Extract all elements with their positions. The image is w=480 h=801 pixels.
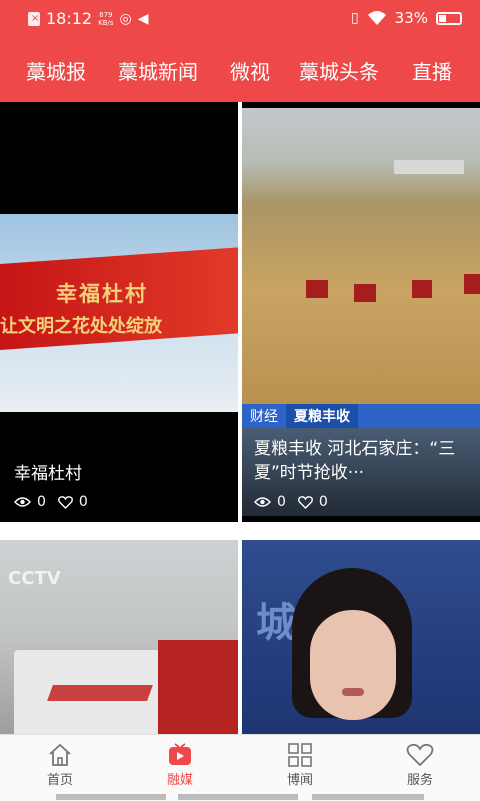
weibo-icon: ◎ [119, 10, 132, 27]
channel-tabs: 藁城报 藁城新闻 微视 藁城头条 直播 [0, 38, 480, 102]
nav-media[interactable]: 融媒 [140, 743, 220, 788]
video-thumbnail [242, 108, 480, 408]
nav-home[interactable]: 首页 [20, 743, 100, 788]
harvester [354, 284, 376, 302]
eye-icon [14, 497, 31, 507]
topic-tag: 夏粮丰收 [286, 404, 358, 428]
news-ticker: 财经 夏粮丰收 [242, 404, 480, 428]
channel-tag: 财经 [250, 409, 278, 425]
video-card[interactable]: 城 公安 [242, 540, 480, 734]
bottom-navigation: 首页 融媒 博闻 服务 [0, 734, 480, 801]
nav-divider [56, 794, 166, 800]
presenter-mouth [342, 688, 364, 696]
video-stats: 0 0 [14, 494, 88, 510]
view-count: 0 [277, 494, 286, 510]
notification-icon: × [28, 11, 40, 26]
network-speed: 879 KB/s [98, 10, 114, 27]
tab-gaocheng-news[interactable]: 藁城新闻 [118, 56, 198, 85]
media-play-icon [169, 743, 191, 765]
harvester [412, 280, 432, 298]
harvester [464, 274, 480, 294]
nav-label: 首页 [46, 773, 73, 788]
vibrate-icon: ▯ [350, 10, 359, 26]
battery-icon [436, 11, 462, 25]
nav-boweng[interactable]: 博闻 [260, 743, 340, 788]
view-count: 0 [37, 494, 46, 510]
video-thumbnail: 幸福杜村 让文明之花处处绽放 [0, 214, 238, 412]
grid-icon [288, 743, 312, 767]
status-time: 18:12 [46, 9, 93, 28]
battery-percent: 33% [394, 9, 428, 27]
video-title: 幸福杜村 [14, 464, 82, 484]
nav-label: 融媒 [166, 773, 193, 788]
nav-divider [178, 794, 298, 800]
tab-gaocheng-bao[interactable]: 藁城报 [26, 56, 86, 85]
tab-live[interactable]: 直播 [412, 56, 452, 85]
banner-line1: 幸福杜村 [56, 281, 148, 306]
heart-icon [406, 743, 434, 767]
nav-label: 博闻 [286, 773, 313, 788]
heart-icon [57, 495, 73, 509]
nav-label: 服务 [406, 773, 433, 788]
heart-icon [297, 495, 313, 509]
video-card[interactable]: CCTV [0, 540, 238, 734]
video-grid: 幸福杜村 让文明之花处处绽放 幸福杜村 0 0 财经 夏粮丰收 夏粮丰收 河北石… [0, 102, 480, 734]
nav-divider [312, 794, 424, 800]
nav-service[interactable]: 服务 [380, 743, 460, 788]
harvester-cab [158, 640, 238, 734]
mute-icon: ◀ [137, 10, 149, 27]
presenter-face [310, 610, 396, 720]
status-bar: × 18:12 879 KB/s ◎ ◀ ▯ 33% [0, 0, 480, 38]
banner-line2: 让文明之花处处绽放 [0, 316, 162, 337]
harvester-stripe [47, 685, 153, 701]
eye-icon [254, 497, 271, 507]
video-card[interactable]: 幸福杜村 让文明之花处处绽放 幸福杜村 0 0 [0, 102, 238, 522]
tab-headlines[interactable]: 藁城头条 [299, 56, 379, 85]
wifi-icon [367, 11, 386, 25]
tab-micro-video[interactable]: 微视 [230, 56, 270, 85]
channel-logo: CCTV [8, 568, 61, 589]
video-title: 夏粮丰收 河北石家庄：“三夏”时节抢收··· [254, 439, 456, 483]
video-stats: 0 0 [254, 494, 328, 510]
like-count: 0 [78, 494, 88, 510]
like-count: 0 [318, 494, 328, 510]
farm-building [394, 160, 464, 174]
home-icon [49, 743, 71, 766]
video-card[interactable]: 财经 夏粮丰收 夏粮丰收 河北石家庄：“三夏”时节抢收··· 0 0 [242, 102, 480, 522]
harvester [306, 280, 328, 298]
